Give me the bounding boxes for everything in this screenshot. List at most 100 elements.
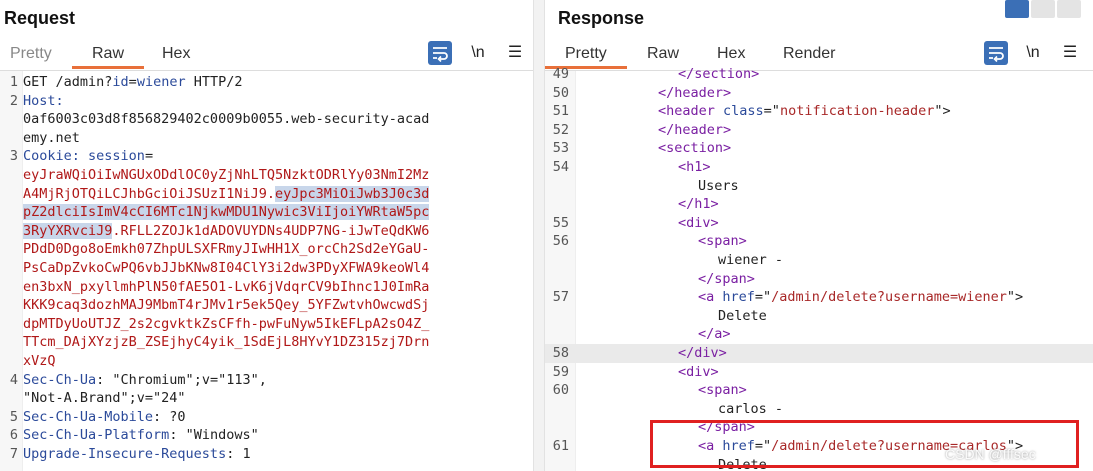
code-token: = <box>128 74 137 90</box>
code-line[interactable]: 59 <div> <box>545 363 1093 382</box>
code-token: </span> <box>698 270 755 287</box>
code-token: > <box>751 66 760 82</box>
code-line[interactable]: </h1> <box>545 195 1093 214</box>
code-line[interactable]: PsCaDpZvkoCwPQ6vbJJbKNw8I04ClY3i2dw3PDyX… <box>0 259 533 278</box>
code-line[interactable]: 6 Sec-Ch-Ua-Platform: "Windows" <box>0 426 533 445</box>
watermark: CSDN @fffsec <box>945 446 1036 462</box>
code-token: Sec-Ch-Ua-Platform <box>23 427 170 444</box>
wrap-lines-icon[interactable] <box>428 41 452 65</box>
code-token: <section> <box>658 140 732 157</box>
code-token: "> <box>1006 289 1024 306</box>
split-horizontal-icon[interactable] <box>1005 0 1029 18</box>
code-line[interactable]: 55 <div> <box>545 214 1093 233</box>
line-number: 58 <box>552 345 569 361</box>
code-token: href <box>722 289 755 306</box>
code-line[interactable]: 1 GET /admin?id=wiener HTTP/2 <box>0 73 533 92</box>
response-pane: Response Pretty Raw Hex Render \n ☰ 49 </… <box>545 0 1093 471</box>
request-title: Request <box>4 8 76 28</box>
code-line[interactable]: </a> <box>545 325 1093 344</box>
code-line[interactable]: 49 </section> <box>545 65 1093 84</box>
code-line[interactable]: 3RyYXRvciJ9.RFLL2ZOJk1dADOVUYDNs4UDP7NG-… <box>0 222 533 241</box>
code-line[interactable]: 57 <a href="/admin/delete?username=wiener… <box>545 288 1093 307</box>
code-line[interactable]: pZ2dlciIsImV4cCI6MTc1NjkwMDU1Nywic3ViIjo… <box>0 203 533 222</box>
code-token: =" <box>754 289 772 306</box>
line-text: Sec-Ch-Ua-Mobile: ?0 <box>23 408 186 427</box>
code-line[interactable]: 3 Cookie: session= <box>0 147 533 166</box>
code-token: =" <box>754 438 772 454</box>
code-line[interactable]: </span> <box>545 270 1093 289</box>
code-line[interactable]: 0af6003c03d8f856829402c0009b0055.web-sec… <box>0 110 533 129</box>
code-token: : 1 <box>226 446 251 462</box>
code-line[interactable]: "Not-A.Brand";v="24" <box>0 389 533 408</box>
response-show-newlines-icon[interactable]: \n <box>1021 41 1045 65</box>
line-number: 57 <box>552 289 569 306</box>
code-token: eyJraWQiOiIwNGUxODdlOC0yZjNhLTQ5NzktODRl… <box>23 167 430 183</box>
code-line[interactable]: </span> <box>545 418 1093 437</box>
code-token: Users <box>698 177 739 194</box>
line-text: <section> <box>658 139 731 158</box>
line-number: 50 <box>552 84 569 101</box>
code-token: <a <box>698 438 723 454</box>
response-wrap-lines-icon[interactable] <box>984 41 1008 65</box>
line-text: Sec-Ch-Ua: "Chromium";v="113", <box>23 371 267 390</box>
code-token: <header <box>658 103 724 120</box>
code-line[interactable]: 51 <header class="notification-header"> <box>545 102 1093 121</box>
code-line[interactable]: KKK9caq3dozhMAJ9MbmT4rJMv1r5ek5Qey_5YFZw… <box>0 296 533 315</box>
line-text: </h1> <box>678 195 719 214</box>
code-line[interactable]: 56 <span> <box>545 232 1093 251</box>
code-line[interactable]: 50 </header> <box>545 84 1093 103</box>
code-line[interactable]: 5 Sec-Ch-Ua-Mobile: ?0 <box>0 408 533 427</box>
code-line[interactable]: dpMTDyUoUTJZ_2s2cgvktkZsCFfh-pwFuNyw5IkE… <box>0 315 533 334</box>
code-line[interactable]: 53 <section> <box>545 139 1093 158</box>
line-text: emy.net <box>23 129 80 148</box>
code-line[interactable]: Delete <box>545 307 1093 326</box>
code-line[interactable]: en3bxN_pxyllmhPlN50fAE5O1-LvK6jVdqrCV9bI… <box>0 278 533 297</box>
layout-toggle-group <box>1003 0 1081 18</box>
code-line[interactable]: eyJraWQiOiIwNGUxODdlOC0yZjNhLTQ5NzktODRl… <box>0 166 533 185</box>
request-editor[interactable]: 1 GET /admin?id=wiener HTTP/2 2 Host: 0af600… <box>0 71 533 471</box>
code-token: : "Windows" <box>169 427 259 444</box>
line-text: <a href="/admin/delete?username=wiener"> <box>698 288 1023 307</box>
response-editor[interactable]: 49 </section> 50 </header> 51 <header class="… <box>545 66 1093 471</box>
code-line[interactable]: PDdD0Dgo8oEmkh07ZhpULSXFRmyJIwHH1X_orcCh… <box>0 240 533 259</box>
code-token: dpMTDyUoUTJZ_2s2cgvktkZsCFfh-pwFuNyw5IkE… <box>23 315 430 332</box>
line-number: 60 <box>552 382 569 399</box>
code-line[interactable]: wiener - <box>545 251 1093 270</box>
show-newlines-icon[interactable]: \n <box>466 41 490 65</box>
pane-splitter[interactable] <box>533 0 545 471</box>
code-line[interactable]: TTcm_DAjXYzjzB_ZSEjhyC4yik_1SdEjL8HYvY1D… <box>0 333 533 352</box>
code-line[interactable]: A4MjRjOTQiLCJhbGciOiJSUzI1NiJ9.eyJpc3MiO… <box>0 185 533 204</box>
request-menu-icon[interactable]: ☰ <box>503 41 527 65</box>
code-line[interactable]: emy.net <box>0 129 533 148</box>
code-token: Sec-Ch-Ua-Mobile <box>23 408 154 425</box>
line-text: Host: <box>23 92 64 111</box>
split-vertical-icon[interactable] <box>1031 0 1055 18</box>
response-title: Response <box>558 8 645 28</box>
code-line[interactable]: 7 Upgrade-Insecure-Requests: 1 <box>0 445 533 464</box>
code-token: 0af6003c03d8f856829402c0009b0055.web-sec… <box>23 111 430 128</box>
code-line[interactable]: 2 Host: <box>0 92 533 111</box>
request-tab-raw[interactable]: Raw <box>71 38 145 69</box>
code-line[interactable]: 52 </header> <box>545 121 1093 140</box>
code-line[interactable]: Users <box>545 177 1093 196</box>
code-line[interactable]: xVzQ <box>0 352 533 371</box>
request-tab-hex[interactable]: Hex <box>162 38 190 69</box>
line-text: carlos - <box>718 400 783 419</box>
line-text: wiener - <box>718 251 783 270</box>
request-tab-pretty[interactable]: Pretty <box>10 38 52 69</box>
line-number: 49 <box>552 66 569 82</box>
line-text: Cookie: session= <box>23 147 153 166</box>
code-line[interactable]: 4 Sec-Ch-Ua: "Chromium";v="113", <box>0 371 533 390</box>
code-line[interactable]: 60 <span> <box>545 381 1093 400</box>
code-token: notification-header <box>779 103 935 120</box>
code-line[interactable]: carlos - <box>545 400 1093 419</box>
code-token: .RFLL2ZOJk1dADOVUYDNs4UDP7NG-iJwTeQdKW6 <box>112 222 430 239</box>
response-menu-icon[interactable]: ☰ <box>1058 41 1082 65</box>
single-pane-icon[interactable] <box>1057 0 1081 18</box>
line-text: </header> <box>658 84 731 103</box>
code-line[interactable]: 54 <h1> <box>545 158 1093 177</box>
code-token: </ <box>678 66 695 82</box>
code-line[interactable]: 58 </div> <box>545 344 1093 363</box>
code-token: <span> <box>698 382 747 399</box>
line-text: eyJraWQiOiIwNGUxODdlOC0yZjNhLTQ5NzktODRl… <box>23 166 429 185</box>
